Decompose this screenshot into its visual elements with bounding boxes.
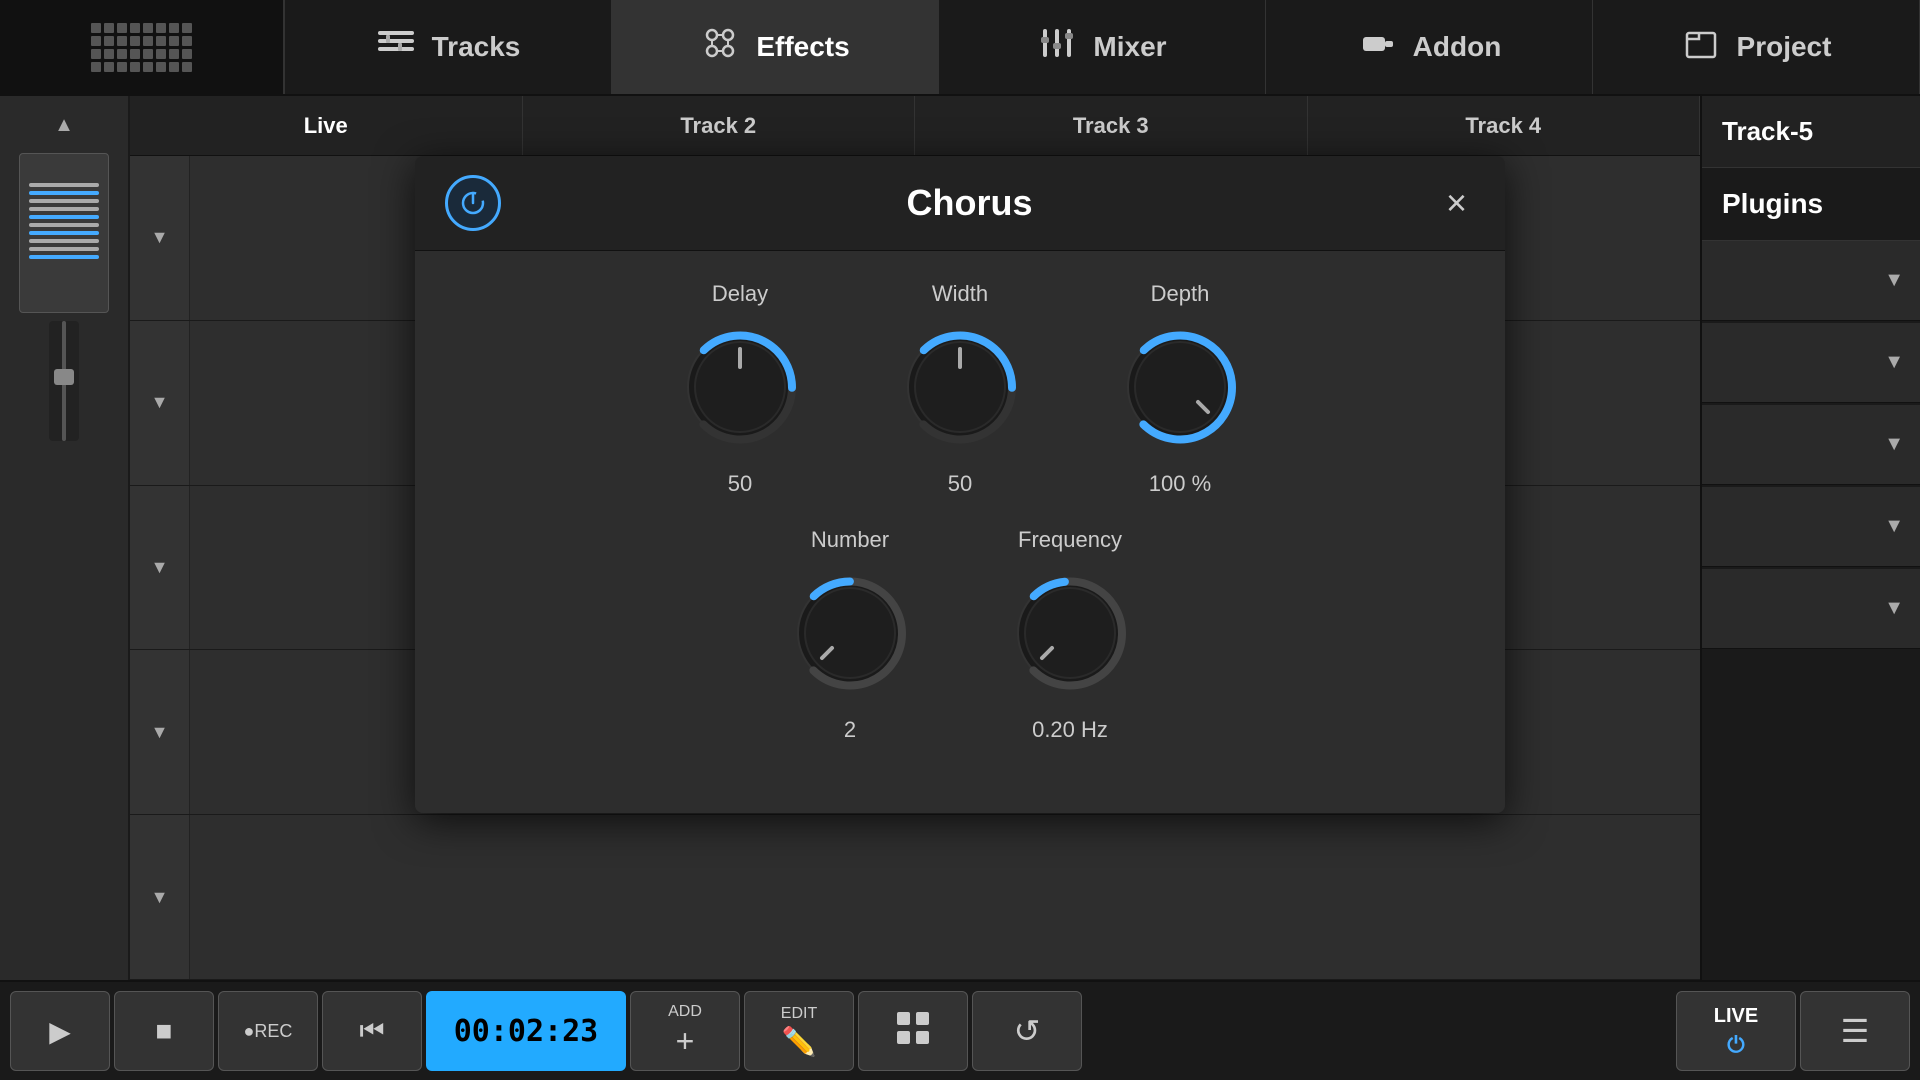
play-icon: ▶: [49, 1015, 71, 1048]
project-tab-label: Project: [1737, 31, 1832, 63]
play-button[interactable]: ▶: [10, 991, 110, 1071]
edit-label: EDIT: [781, 1005, 817, 1023]
depth-value: 100 %: [1149, 471, 1211, 497]
mixer-tab-label: Mixer: [1093, 31, 1166, 63]
add-icon: +: [676, 1023, 695, 1060]
add-button[interactable]: ADD +: [630, 991, 740, 1071]
nav-tab-addon[interactable]: Addon: [1266, 0, 1593, 94]
knob-row-2: Number: [455, 527, 1465, 743]
depth-knob[interactable]: [1110, 317, 1250, 457]
modal-body: Delay: [415, 251, 1505, 813]
delay-knob-container: Delay: [670, 281, 810, 497]
depth-knob-container: Depth 100 %: [1110, 281, 1250, 497]
top-nav: Tracks Effects: [0, 0, 1920, 96]
stop-button[interactable]: ■: [114, 991, 214, 1071]
edit-icon: ✏️: [782, 1025, 817, 1058]
width-label: Width: [932, 281, 988, 307]
rec-icon: ●REC: [244, 1021, 293, 1042]
number-label: Number: [811, 527, 889, 553]
width-knob-container: Width 50: [890, 281, 1030, 497]
delay-label: Delay: [712, 281, 768, 307]
nav-tab-tracks[interactable]: Tracks: [285, 0, 612, 94]
delay-knob[interactable]: [670, 317, 810, 457]
frequency-knob[interactable]: [1000, 563, 1140, 703]
width-knob[interactable]: [890, 317, 1030, 457]
loop-button[interactable]: ↺: [972, 991, 1082, 1071]
chorus-title: Chorus: [906, 182, 1032, 224]
addon-icon: [1357, 23, 1397, 72]
chorus-power-button[interactable]: [445, 175, 501, 231]
addon-tab-label: Addon: [1413, 31, 1502, 63]
nav-tab-project[interactable]: Project: [1593, 0, 1920, 94]
main-area: ▲ Live Track 2 Track 3: [0, 96, 1920, 980]
edit-button[interactable]: EDIT ✏️: [744, 991, 854, 1071]
time-display: 00:02:23: [426, 991, 626, 1071]
frequency-label: Frequency: [1018, 527, 1122, 553]
app-logo: [0, 0, 285, 94]
depth-label: Depth: [1151, 281, 1210, 307]
add-label: ADD: [668, 1003, 702, 1021]
width-value: 50: [948, 471, 972, 497]
effects-tab-label: Effects: [756, 31, 849, 63]
live-power-icon: ⏻: [1727, 1032, 1744, 1058]
rewind-icon: ⏮: [359, 1015, 384, 1048]
nav-tab-mixer[interactable]: Mixer: [939, 0, 1266, 94]
bottom-bar: ▶ ■ ●REC ⏮ 00:02:23 ADD + EDIT ✏️: [0, 980, 1920, 1080]
tracks-tab-label: Tracks: [432, 31, 521, 63]
grid-icon: [893, 1008, 933, 1055]
delay-value: 50: [728, 471, 752, 497]
loop-icon: ↺: [1014, 1012, 1041, 1050]
project-icon: [1681, 23, 1721, 72]
mixer-icon: [1037, 23, 1077, 72]
modal-header: Chorus ×: [415, 156, 1505, 251]
modal-overlay: Chorus × Delay: [0, 96, 1920, 980]
live-label: LIVE: [1714, 1005, 1758, 1028]
effects-icon: [700, 23, 740, 72]
knob-row-1: Delay: [455, 281, 1465, 497]
menu-button[interactable]: ☰: [1800, 991, 1910, 1071]
menu-icon: ☰: [1841, 1012, 1870, 1050]
stop-icon: ■: [156, 1015, 173, 1047]
rewind-button[interactable]: ⏮: [322, 991, 422, 1071]
tracks-icon: [376, 23, 416, 72]
nav-tab-effects[interactable]: Effects: [612, 0, 939, 94]
number-knob[interactable]: [780, 563, 920, 703]
number-knob-container: Number: [780, 527, 920, 743]
frequency-value: 0.20 Hz: [1032, 717, 1108, 743]
chorus-close-button[interactable]: ×: [1438, 174, 1475, 232]
frequency-knob-container: Frequency: [1000, 527, 1140, 743]
rec-button[interactable]: ●REC: [218, 991, 318, 1071]
live-button[interactable]: LIVE ⏻: [1676, 991, 1796, 1071]
grid-button[interactable]: [858, 991, 968, 1071]
number-value: 2: [844, 717, 856, 743]
chorus-modal: Chorus × Delay: [415, 156, 1505, 813]
